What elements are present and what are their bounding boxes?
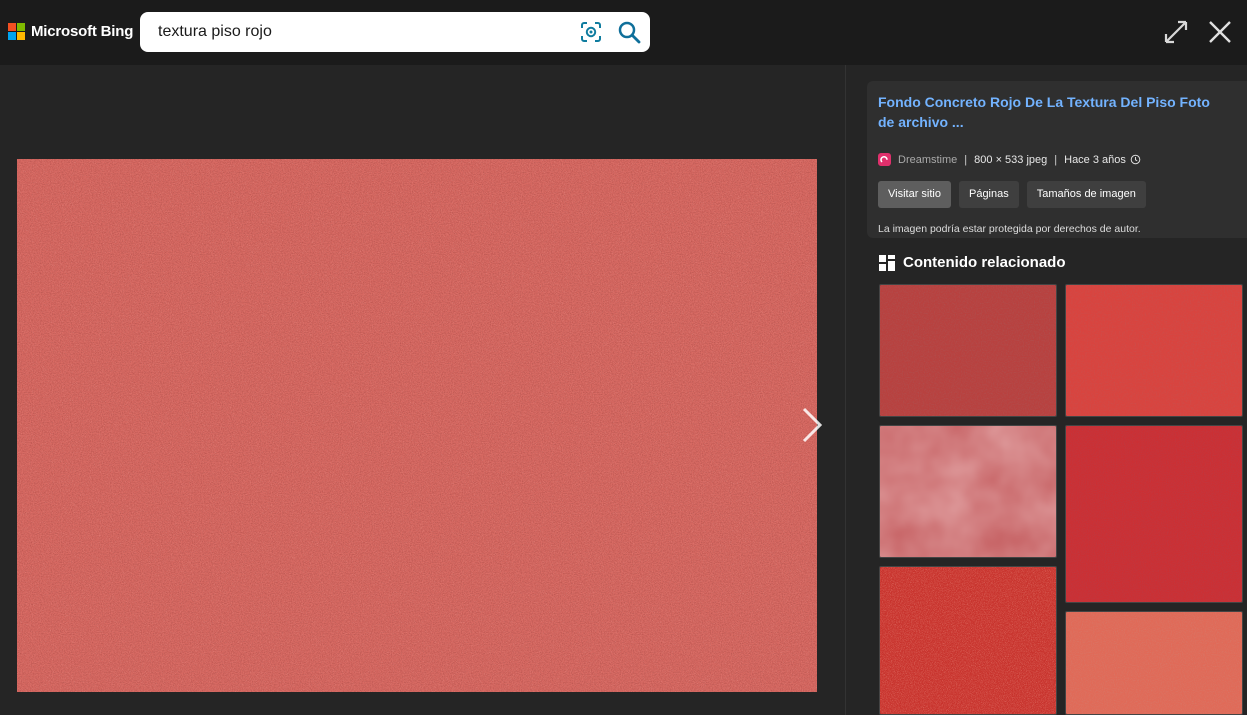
related-content-icon xyxy=(879,254,895,271)
visual-search-icon[interactable] xyxy=(579,20,603,44)
image-dimensions: 800 × 533 jpeg xyxy=(974,153,1048,166)
related-thumbnail[interactable] xyxy=(1065,425,1243,603)
details-panel: Fondo Concreto Rojo De La Textura Del Pi… xyxy=(847,65,1247,715)
related-thumbnail[interactable] xyxy=(879,284,1057,417)
related-thumbnail[interactable] xyxy=(879,566,1057,715)
related-thumbnail[interactable] xyxy=(1065,284,1243,417)
bing-logo[interactable]: Microsoft Bing xyxy=(8,23,133,40)
visit-site-button[interactable]: Visitar sitio xyxy=(878,181,951,208)
action-buttons: Visitar sitio Páginas Tamaños de imagen xyxy=(878,181,1146,208)
copyright-notice: La imagen podría estar protegida por der… xyxy=(878,223,1141,235)
close-icon[interactable] xyxy=(1204,16,1236,48)
related-thumbnail[interactable] xyxy=(1065,611,1243,715)
logo-text: Microsoft Bing xyxy=(31,23,134,40)
image-viewer xyxy=(0,65,846,715)
history-icon xyxy=(1130,154,1141,165)
search-icon[interactable] xyxy=(616,19,642,45)
top-bar: Microsoft Bing xyxy=(0,0,1247,65)
related-thumbnail[interactable] xyxy=(879,425,1057,558)
microsoft-logo-icon xyxy=(8,23,25,40)
main-image[interactable] xyxy=(17,159,817,692)
related-heading: Contenido relacionado xyxy=(879,254,1066,271)
image-age: Hace 3 años xyxy=(1064,153,1126,166)
image-sizes-button[interactable]: Tamaños de imagen xyxy=(1026,181,1146,208)
chevron-right-icon[interactable] xyxy=(796,405,826,445)
source-name[interactable]: Dreamstime xyxy=(898,154,957,166)
image-info-card: Fondo Concreto Rojo De La Textura Del Pi… xyxy=(867,81,1247,238)
search-input[interactable] xyxy=(158,12,558,52)
dreamstime-icon xyxy=(878,153,891,166)
separator: | xyxy=(1054,153,1058,166)
separator: | xyxy=(964,153,968,166)
image-title-link[interactable]: Fondo Concreto Rojo De La Textura Del Pi… xyxy=(878,92,1223,132)
image-meta: Dreamstime | 800 × 533 jpeg | Hace 3 año… xyxy=(878,153,1141,166)
search-box xyxy=(140,12,650,52)
expand-icon[interactable] xyxy=(1160,16,1192,48)
pages-button[interactable]: Páginas xyxy=(958,181,1019,208)
related-heading-text: Contenido relacionado xyxy=(903,254,1066,271)
